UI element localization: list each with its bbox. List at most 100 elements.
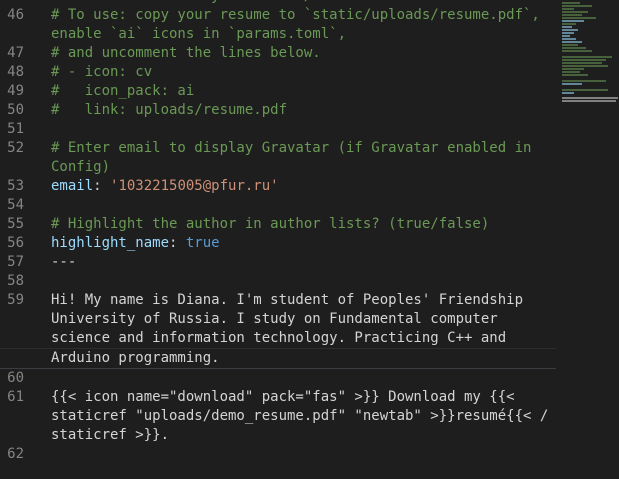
- minimap-line: [562, 97, 618, 99]
- code-text: {{< icon name="download" pack="fas" >}} …: [51, 388, 551, 407]
- code-token: # To use: copy your resume to `static/up…: [51, 7, 540, 23]
- code-token: true: [185, 235, 220, 251]
- code-text: # Highlight the author in author lists? …: [51, 215, 551, 234]
- code-token: '1032215005@pfur.ru': [110, 178, 279, 194]
- code-token: University of Russia. I study on Fundame…: [51, 311, 498, 327]
- code-token: # Link to a PDF of your resume/CV.: [51, 0, 338, 4]
- minimap-line: [562, 92, 574, 94]
- line-number: 53: [7, 178, 24, 194]
- minimap[interactable]: [556, 0, 619, 479]
- code-line[interactable]: 47 # and uncomment the lines below.: [0, 44, 556, 63]
- minimap-line: [562, 80, 606, 82]
- code-token: {{< icon name="download" pack="fas" >}} …: [51, 389, 515, 405]
- minimap-line: [562, 68, 584, 70]
- code-text: Config): [51, 158, 551, 177]
- line-number: 58: [7, 273, 24, 289]
- minimap-line: [562, 35, 570, 37]
- code-line[interactable]: science and information technology. Prac…: [0, 329, 556, 348]
- code-text: highlight_name: true: [51, 234, 551, 253]
- line-number: 46: [7, 7, 24, 23]
- minimap-line: [562, 32, 574, 34]
- code-line[interactable]: enable `ai` icons in `params.toml`,: [0, 25, 556, 44]
- code-line[interactable]: 57 ---: [0, 253, 556, 272]
- minimap-line: [562, 20, 584, 22]
- line-number: 49: [7, 83, 24, 99]
- code-token: staticref >}}.: [51, 427, 170, 443]
- code-token: enable `ai` icons in `params.toml`,: [51, 26, 347, 42]
- code-line[interactable]: 52 # Enter email to display Gravatar (if …: [0, 139, 556, 158]
- code-text: Arduino programming.: [51, 349, 551, 368]
- code-line[interactable]: 59 Hi! My name is Diana. I'm student of P…: [0, 291, 556, 310]
- code-text: staticref "uploads/demo_resume.pdf" "new…: [51, 407, 551, 426]
- minimap-line: [562, 38, 576, 40]
- code-line[interactable]: Config): [0, 158, 556, 177]
- code-text: science and information technology. Prac…: [51, 329, 551, 348]
- code-token: Hi! My name is Diana. I'm student of Peo…: [51, 292, 524, 308]
- line-number: 48: [7, 64, 24, 80]
- code-line[interactable]: 46 # To use: copy your resume to `static/…: [0, 6, 556, 25]
- code-line[interactable]: 50 # link: uploads/resume.pdf: [0, 101, 556, 120]
- line-number: 50: [7, 102, 24, 118]
- code-text: email: '1032215005@pfur.ru': [51, 177, 551, 196]
- code-line[interactable]: staticref "uploads/demo_resume.pdf" "new…: [0, 407, 556, 426]
- code-line[interactable]: Arduino programming.: [0, 348, 556, 369]
- code-line[interactable]: 60: [0, 369, 556, 388]
- code-text: # To use: copy your resume to `static/up…: [51, 6, 551, 25]
- minimap-line: [562, 62, 602, 64]
- code-line[interactable]: 49 # icon_pack: ai: [0, 82, 556, 101]
- minimap-line: [562, 44, 578, 46]
- code-line[interactable]: 54: [0, 196, 556, 215]
- code-text: ---: [51, 253, 551, 272]
- minimap-line: [562, 2, 580, 4]
- minimap-line: [562, 71, 580, 73]
- code-token: # - icon: cv: [51, 64, 153, 80]
- code-line[interactable]: 51: [0, 120, 556, 139]
- code-text: # and uncomment the lines below.: [51, 44, 551, 63]
- code-token: :: [169, 235, 186, 251]
- code-text: # link: uploads/resume.pdf: [51, 101, 551, 120]
- code-line[interactable]: University of Russia. I study on Fundame…: [0, 310, 556, 329]
- code-line[interactable]: 53 email: '1032215005@pfur.ru': [0, 177, 556, 196]
- code-line[interactable]: 61 {{< icon name="download" pack="fas" >}…: [0, 388, 556, 407]
- minimap-line: [562, 5, 592, 7]
- code-text: staticref >}}.: [51, 426, 551, 445]
- minimap-line: [562, 100, 616, 102]
- code-text: enable `ai` icons in `params.toml`,: [51, 25, 551, 44]
- code-token: # icon_pack: ai: [51, 83, 195, 99]
- code-token: Arduino programming.: [51, 350, 220, 366]
- code-token: science and information technology. Prac…: [51, 330, 507, 346]
- code-text: # Enter email to display Gravatar (if Gr…: [51, 139, 551, 158]
- minimap-line: [562, 14, 582, 16]
- code-line[interactable]: 55 # Highlight the author in author lists…: [0, 215, 556, 234]
- minimap-line: [562, 56, 612, 58]
- minimap-line: [562, 17, 596, 19]
- line-number: 56: [7, 235, 24, 251]
- minimap-line: [562, 83, 582, 85]
- code-text: # icon_pack: ai: [51, 82, 551, 101]
- code-line[interactable]: 62: [0, 445, 556, 464]
- code-line[interactable]: 56 highlight_name: true: [0, 234, 556, 253]
- code-line[interactable]: 58: [0, 272, 556, 291]
- minimap-line: [562, 8, 574, 10]
- minimap-line: [562, 29, 578, 31]
- line-number: 59: [7, 292, 24, 308]
- code-token: highlight_name: [51, 235, 170, 251]
- line-number: 62: [7, 446, 24, 462]
- code-line[interactable]: 48 # - icon: cv: [0, 63, 556, 82]
- code-token: Config): [51, 159, 111, 175]
- minimap-line: [562, 26, 572, 28]
- code-token: # and uncomment the lines below.: [51, 45, 321, 61]
- line-number: 57: [7, 254, 24, 270]
- code-token: :: [93, 178, 111, 194]
- minimap-line: [562, 23, 576, 25]
- code-line[interactable]: staticref >}}.: [0, 426, 556, 445]
- line-number: 52: [7, 140, 24, 156]
- code-token: # link: uploads/resume.pdf: [51, 102, 288, 118]
- minimap-line: [562, 11, 588, 13]
- code-editor[interactable]: 45# Link to a PDF of your resume/CV.46# …: [0, 0, 556, 466]
- code-token: email: [51, 178, 94, 194]
